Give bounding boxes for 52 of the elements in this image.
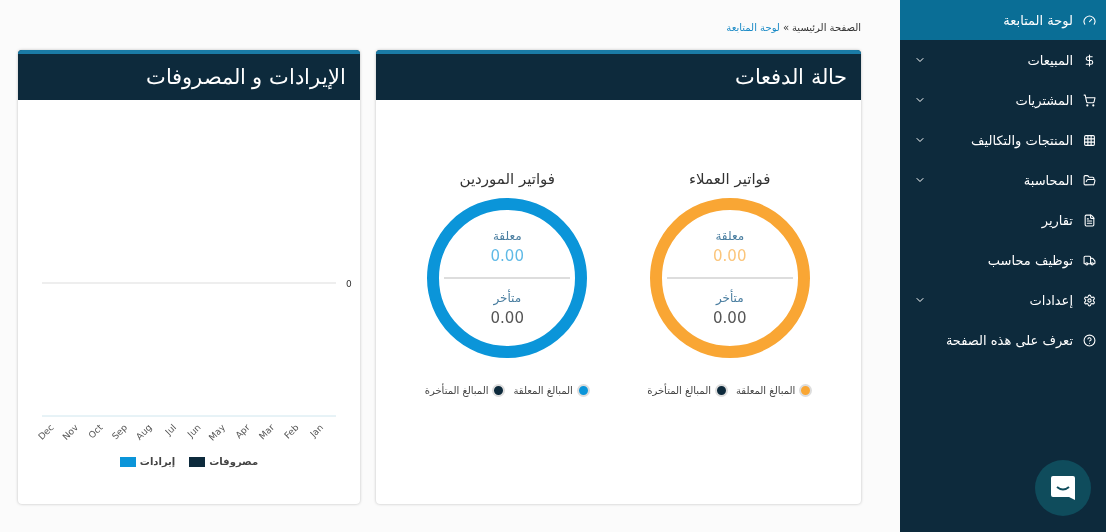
legend-label: المبالغ المعلقة — [735, 385, 796, 396]
axis-label: Dec — [36, 422, 56, 442]
axis-label: Aug — [134, 422, 154, 442]
gauge-icon — [1083, 13, 1096, 27]
overdue-value: 0.00 — [490, 309, 524, 327]
pending-label: معلقة — [715, 229, 745, 243]
axis-label: Jan — [308, 422, 326, 440]
breadcrumb-link[interactable]: الصفحة الرئيسية — [792, 21, 861, 33]
overdue-label: متأخر — [493, 291, 522, 305]
pending-value: 0.00 — [490, 247, 524, 265]
card-title: حالة الدفعات — [376, 50, 861, 100]
overdue-value: 0.00 — [713, 309, 747, 327]
axis-label: Jun — [185, 422, 203, 440]
donut-title: فواتير العملاء — [689, 170, 771, 188]
sidebar-item[interactable]: المبيعات — [900, 40, 1106, 80]
help-icon — [1083, 333, 1096, 347]
legend-label: المبالغ المتأخرة — [424, 385, 489, 396]
chat-button[interactable] — [1035, 460, 1091, 516]
settings-icon — [1083, 293, 1096, 307]
truck-icon — [1083, 253, 1096, 267]
cart-icon — [1083, 93, 1096, 107]
breadcrumb-link[interactable]: لوحة المتابعة — [726, 21, 780, 33]
sidebar-item[interactable]: المحاسبة — [900, 160, 1106, 200]
breadcrumb-separator: » — [782, 21, 789, 33]
axis-label: Jul — [163, 422, 179, 438]
axis-label: Nov — [60, 422, 81, 442]
pending-label: معلقة — [492, 229, 522, 243]
sidebar-item[interactable]: تقارير — [900, 200, 1106, 240]
chat-icon — [1049, 474, 1077, 502]
grid-icon — [1083, 133, 1096, 147]
axis-label: Sep — [110, 422, 130, 442]
overdue-label: متأخر — [715, 291, 744, 305]
axis-label: Oct — [86, 422, 105, 441]
document-icon — [1083, 213, 1096, 227]
sidebar-item[interactable]: إعدادات — [900, 280, 1106, 320]
sidebar-item[interactable]: لوحة المتابعة — [900, 0, 1106, 40]
dollar-icon — [1083, 53, 1096, 67]
axis-value: 0 — [346, 279, 352, 289]
axis-label: Feb — [282, 422, 301, 441]
legend-label: المبالغ المتأخرة — [647, 385, 711, 396]
pending-value: 0.00 — [713, 247, 747, 265]
legend-label: المبالغ المعلقة — [513, 385, 573, 396]
card-title: الإيرادات و المصروفات — [18, 50, 360, 100]
sidebar-item[interactable]: توظيف محاسب — [900, 240, 1106, 280]
legend-label: إيرادات — [139, 456, 176, 467]
sidebar-item[interactable]: المنتجات والتكاليف — [900, 120, 1106, 160]
donut-title: فواتير الموردين — [459, 170, 555, 188]
legend-label: مصروفات — [209, 456, 259, 467]
sidebar-item[interactable]: المشتريات — [900, 80, 1106, 120]
axis-label: Apr — [233, 422, 252, 441]
folder-icon — [1083, 173, 1096, 187]
sidebar-item[interactable]: تعرف على هذه الصفحة — [900, 320, 1106, 360]
